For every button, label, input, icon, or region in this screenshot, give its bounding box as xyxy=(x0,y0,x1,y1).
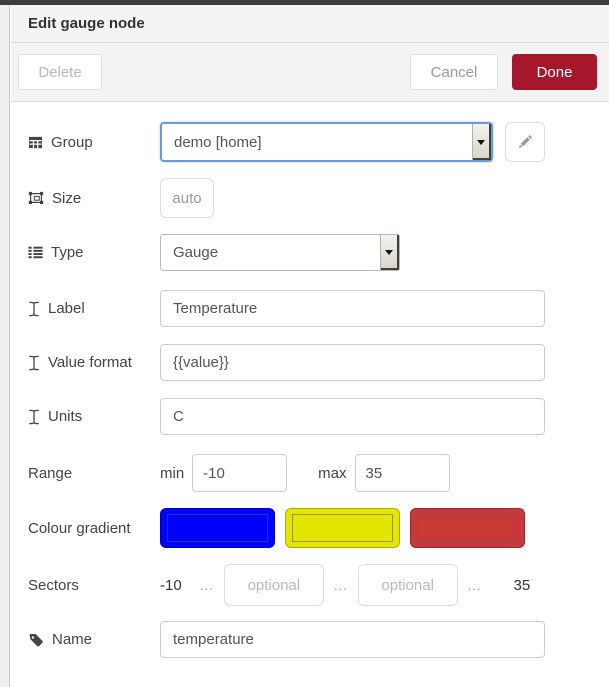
name-label: Name xyxy=(28,631,160,648)
sectors-row: Sectors -10 ... ... ... 35 xyxy=(28,564,609,606)
group-row: Group demo [home] xyxy=(28,122,609,162)
units-label-text: Units xyxy=(48,408,82,425)
type-label-text: Type xyxy=(51,244,84,261)
type-select-value: Gauge xyxy=(173,244,218,261)
label-row: Label xyxy=(28,290,609,327)
size-row: Size auto xyxy=(28,178,609,218)
gradient-label: Colour gradient xyxy=(28,520,160,537)
edit-gauge-dialog: Edit gauge node Delete Cancel Done Group… xyxy=(11,5,609,687)
toolbar-right-group: Cancel Done xyxy=(410,54,597,90)
units-row: Units xyxy=(28,398,609,435)
range-max-input[interactable] xyxy=(355,454,450,492)
object-group-icon xyxy=(28,190,44,206)
name-input[interactable] xyxy=(160,621,545,658)
type-label: Type xyxy=(28,244,160,261)
workspace-edge xyxy=(0,0,10,687)
size-label-text: Size xyxy=(52,190,81,207)
value-format-row: Value format xyxy=(28,344,609,381)
group-label-text: Group xyxy=(51,134,93,151)
gradient-swatch-high[interactable] xyxy=(410,508,525,548)
sectors-optional-input-2[interactable] xyxy=(358,564,458,606)
type-row: Type Gauge xyxy=(28,234,609,271)
sectors-end-value: 35 xyxy=(514,577,531,594)
i-cursor-icon xyxy=(28,355,40,371)
gradient-row: Colour gradient xyxy=(28,508,609,548)
screen: Edit gauge node Delete Cancel Done Group… xyxy=(0,0,609,687)
cancel-button[interactable]: Cancel xyxy=(410,54,498,90)
group-label: Group xyxy=(28,134,160,151)
pencil-icon xyxy=(517,134,533,150)
sectors-label-text: Sectors xyxy=(28,577,79,594)
range-min-label: min xyxy=(160,465,184,482)
group-select-arrow[interactable] xyxy=(472,124,491,160)
size-auto-button[interactable]: auto xyxy=(160,178,214,218)
list-icon xyxy=(28,245,43,260)
units-label: Units xyxy=(28,408,160,425)
sectors-label: Sectors xyxy=(28,577,160,594)
dialog-header: Edit gauge node xyxy=(11,5,609,43)
label-label-text: Label xyxy=(48,300,85,317)
i-cursor-icon xyxy=(28,409,40,425)
sectors-dots: ... xyxy=(334,578,348,593)
done-button[interactable]: Done xyxy=(512,54,597,90)
sectors-start-value: -10 xyxy=(160,577,190,594)
range-min-input[interactable] xyxy=(192,454,287,492)
sectors-dots: ... xyxy=(468,578,482,593)
type-select[interactable]: Gauge xyxy=(160,234,400,271)
label-input[interactable] xyxy=(160,290,545,327)
value-format-label-text: Value format xyxy=(48,354,132,371)
gradient-swatch-low[interactable] xyxy=(160,508,275,548)
type-select-arrow[interactable] xyxy=(380,235,399,270)
gradient-swatch-mid[interactable] xyxy=(285,508,400,548)
name-label-text: Name xyxy=(52,631,92,648)
value-format-label: Value format xyxy=(28,354,160,371)
value-format-input[interactable] xyxy=(160,344,545,381)
group-select-value: demo [home] xyxy=(174,134,262,151)
units-input[interactable] xyxy=(160,398,545,435)
range-max-label: max xyxy=(318,465,346,482)
edit-form: Group demo [home] Size auto xyxy=(11,102,609,658)
caret-down-icon xyxy=(385,250,393,255)
gradient-label-text: Colour gradient xyxy=(28,520,131,537)
sectors-optional-input-1[interactable] xyxy=(224,564,324,606)
tag-icon xyxy=(28,632,44,648)
range-label-text: Range xyxy=(28,465,72,482)
group-select[interactable]: demo [home] xyxy=(160,122,493,162)
size-label: Size xyxy=(28,190,160,207)
label-label: Label xyxy=(28,300,160,317)
caret-down-icon xyxy=(477,140,485,145)
range-label: Range xyxy=(28,465,160,482)
editor-header-edge xyxy=(0,0,609,5)
delete-button[interactable]: Delete xyxy=(18,54,102,90)
dialog-toolbar: Delete Cancel Done xyxy=(11,43,609,102)
sectors-dots: ... xyxy=(200,578,214,593)
name-row: Name xyxy=(28,621,609,658)
dialog-title: Edit gauge node xyxy=(28,15,145,32)
range-row: Range min max xyxy=(28,454,609,492)
edit-group-button[interactable] xyxy=(505,122,545,162)
table-icon xyxy=(28,135,43,150)
i-cursor-icon xyxy=(28,301,40,317)
